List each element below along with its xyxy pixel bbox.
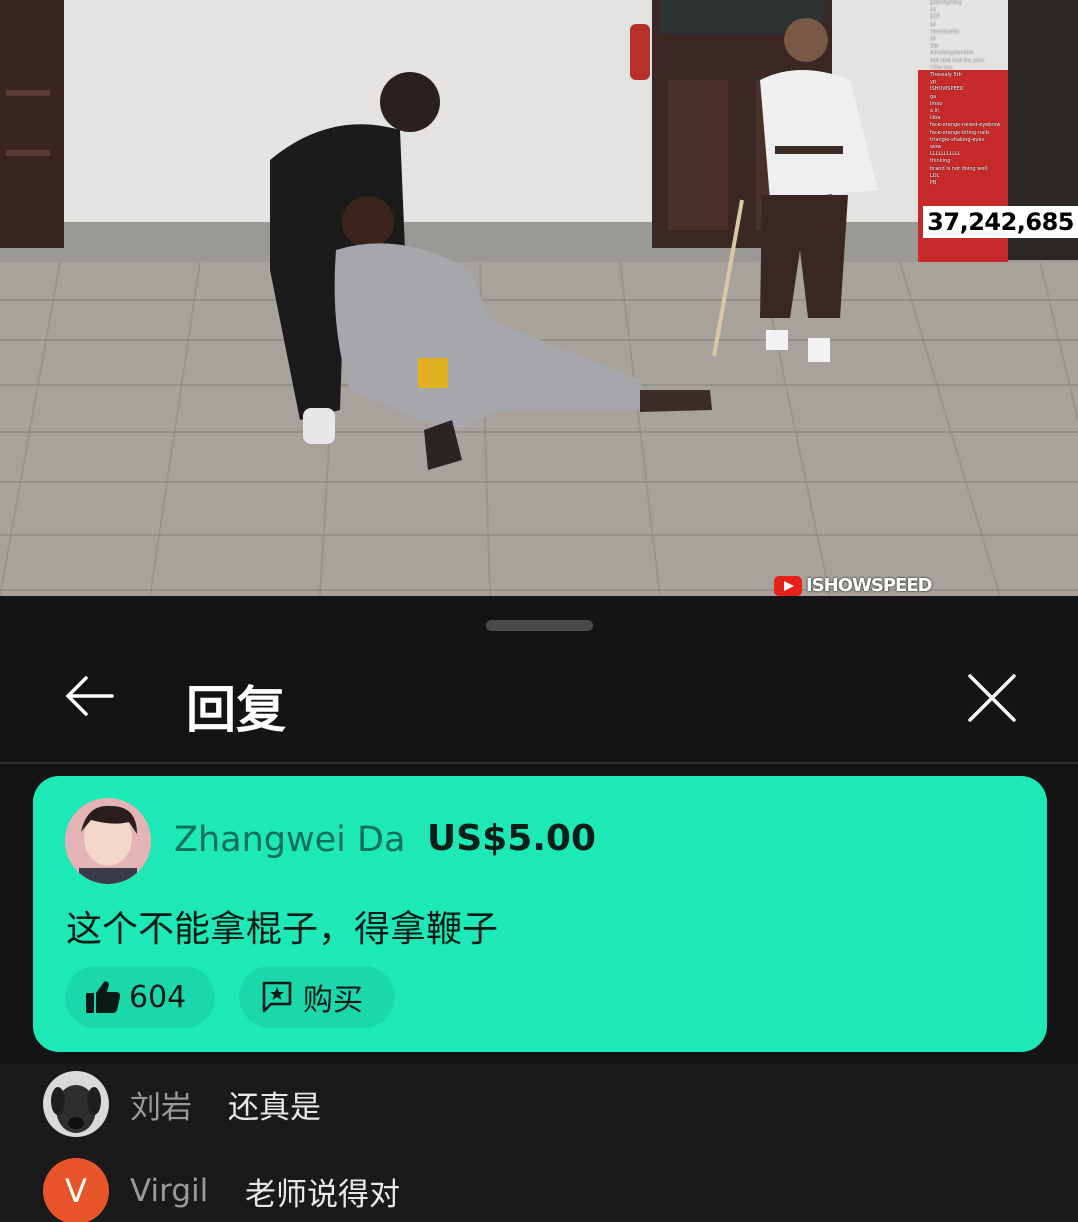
header-divider: [0, 762, 1078, 764]
chat-line: face-orange-biting-nails: [930, 129, 990, 136]
watermark-text: ISHOWSPEED: [806, 575, 933, 596]
chat-line: nlandbuddy: [930, 28, 960, 35]
like-count: 604: [129, 979, 187, 1015]
buy-label: 购买: [303, 983, 363, 1018]
buy-button[interactable]: 购买: [239, 966, 395, 1028]
chat-line: face-orange-raised-eyebrow: [930, 122, 1001, 129]
chat-line: lol: [930, 21, 936, 28]
thumbs-up-icon: [86, 981, 121, 1013]
chat-line: PB: [930, 180, 937, 187]
chat-line: LOL: [930, 172, 940, 179]
list-item: V Virgil 老师说得对: [0, 1156, 1078, 1222]
chat-line: Thessaly 5th: [930, 72, 962, 79]
like-button[interactable]: 604: [65, 966, 215, 1028]
chat-line: brand is not doing well: [930, 165, 988, 172]
sheet-title: 回复: [186, 681, 286, 739]
avatar[interactable]: [65, 798, 151, 884]
chat-line: ok: [930, 36, 936, 43]
chat-line: a lil: [930, 108, 939, 115]
user-avatar-image: [65, 798, 151, 884]
reply-list: 刘岩 还真是 V Virgil 老师说得对: [0, 1064, 1078, 1222]
reply-text: 还真是: [228, 1089, 321, 1126]
list-item: 刘岩 还真是: [0, 1069, 1078, 1139]
superchat-author[interactable]: Zhangwei Da: [174, 820, 405, 860]
viewer-count: 37,242,685: [923, 206, 1078, 238]
chat-line: thinking: [930, 158, 951, 165]
chat-line: ok: [930, 7, 936, 14]
close-icon[interactable]: [966, 672, 1018, 724]
arrow-left-icon[interactable]: [62, 668, 118, 724]
reply-sheet: 回复 Zhangwei Da US$5.00 这个不能拿棍子，得拿鞭子 604: [0, 598, 1078, 1222]
chat-line: ISHOWSPEED: [930, 86, 964, 93]
chat-line: lmao: [930, 100, 943, 107]
youtube-logo-icon: [774, 575, 802, 596]
video-frame: [0, 0, 1078, 596]
reply-text: 老师说得对: [245, 1176, 400, 1213]
chat-line: ghimfighting: [930, 0, 962, 6]
live-chat-overlay: ghimfighting ok ECP lol nlandbuddy ok slip slim…: [930, 0, 1078, 195]
channel-watermark: ISHOWSPEED: [774, 575, 933, 596]
superchat-card: Zhangwei Da US$5.00 这个不能拿棍子，得拿鞭子 604 购买: [33, 776, 1047, 1052]
superchat-message: 这个不能拿棍子，得拿鞭子: [66, 909, 499, 950]
superchat-icon: [262, 981, 292, 1013]
drag-handle[interactable]: [486, 620, 593, 631]
avatar[interactable]: [43, 1071, 109, 1137]
avatar-letter: V: [65, 1172, 87, 1210]
chat-line: f the rise: [930, 64, 953, 71]
chat-line: hell look fuel the pain: [930, 57, 985, 64]
dog-avatar-icon: [43, 1071, 109, 1137]
superchat-amount: US$5.00: [427, 818, 597, 859]
chat-line: ECP: [930, 14, 940, 21]
chat-line: slimskingdomkim: [930, 50, 974, 57]
reply-author[interactable]: Virgil: [130, 1173, 208, 1209]
chat-line: triangle-shaking-eyes: [930, 136, 985, 143]
chat-line: LLLLLLLLLLL: [930, 151, 961, 158]
avatar[interactable]: V: [43, 1158, 109, 1222]
chat-line: ga: [930, 93, 937, 100]
video-player[interactable]: ghimfighting ok ECP lol nlandbuddy ok slip slim…: [0, 0, 1078, 596]
reply-author[interactable]: 刘岩: [130, 1082, 192, 1127]
